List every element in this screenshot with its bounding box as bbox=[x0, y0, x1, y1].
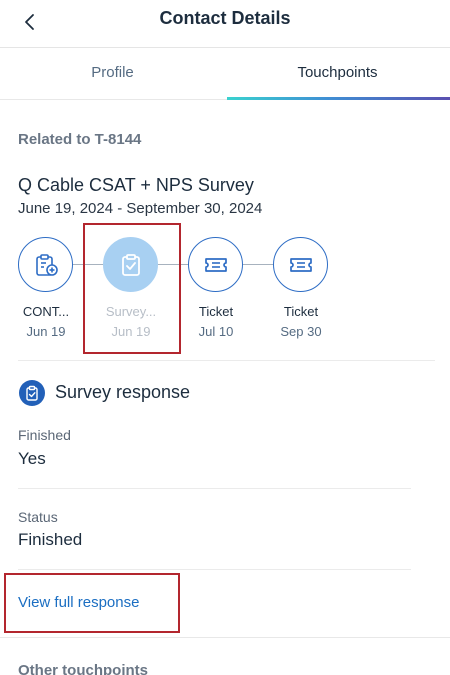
touchpoint-circle bbox=[273, 237, 328, 292]
touchpoint-label: Ticket bbox=[283, 304, 319, 319]
field-label-status: Status bbox=[18, 509, 58, 525]
touchpoint-date: Jun 19 bbox=[26, 324, 66, 339]
divider bbox=[18, 360, 435, 361]
other-touchpoints-heading: Other touchpoints bbox=[18, 662, 148, 675]
survey-highlight-box bbox=[83, 223, 181, 354]
touchpoint-date: Sep 30 bbox=[280, 324, 322, 339]
field-value-finished: Yes bbox=[18, 449, 46, 468]
survey-response-badge bbox=[19, 380, 45, 406]
divider bbox=[18, 488, 411, 489]
clipboard-add-icon bbox=[35, 253, 58, 276]
tab-profile[interactable]: Profile bbox=[0, 49, 225, 99]
touchpoint-date: Jul 10 bbox=[198, 324, 234, 339]
page-title: Contact Details bbox=[159, 8, 291, 28]
tab-bar: Profile Touchpoints bbox=[0, 49, 450, 100]
field-value-status: Finished bbox=[18, 530, 83, 549]
touchpoint-circle bbox=[188, 237, 243, 292]
active-tab-indicator bbox=[227, 97, 450, 100]
field-label-finished: Finished bbox=[18, 427, 71, 443]
survey-title: Q Cable CSAT + NPS Survey bbox=[18, 175, 254, 195]
touchpoint-circle bbox=[18, 237, 73, 292]
app-header: Contact Details bbox=[0, 0, 450, 48]
survey-response-title: Survey response bbox=[55, 382, 191, 402]
view-response-highlight-box bbox=[4, 573, 180, 633]
survey-date-range: June 19, 2024 - September 30, 2024 bbox=[18, 200, 263, 217]
related-to-label: Related to T-8144 bbox=[18, 131, 142, 148]
divider bbox=[18, 569, 411, 570]
clipboard-check-icon bbox=[26, 385, 38, 401]
section-separator bbox=[0, 637, 450, 638]
touchpoint-label: Ticket bbox=[198, 304, 234, 319]
touchpoint-label: CONT... bbox=[22, 304, 70, 319]
tab-touchpoints[interactable]: Touchpoints bbox=[225, 49, 450, 99]
ticket-icon bbox=[204, 257, 227, 272]
ticket-icon bbox=[289, 257, 312, 272]
